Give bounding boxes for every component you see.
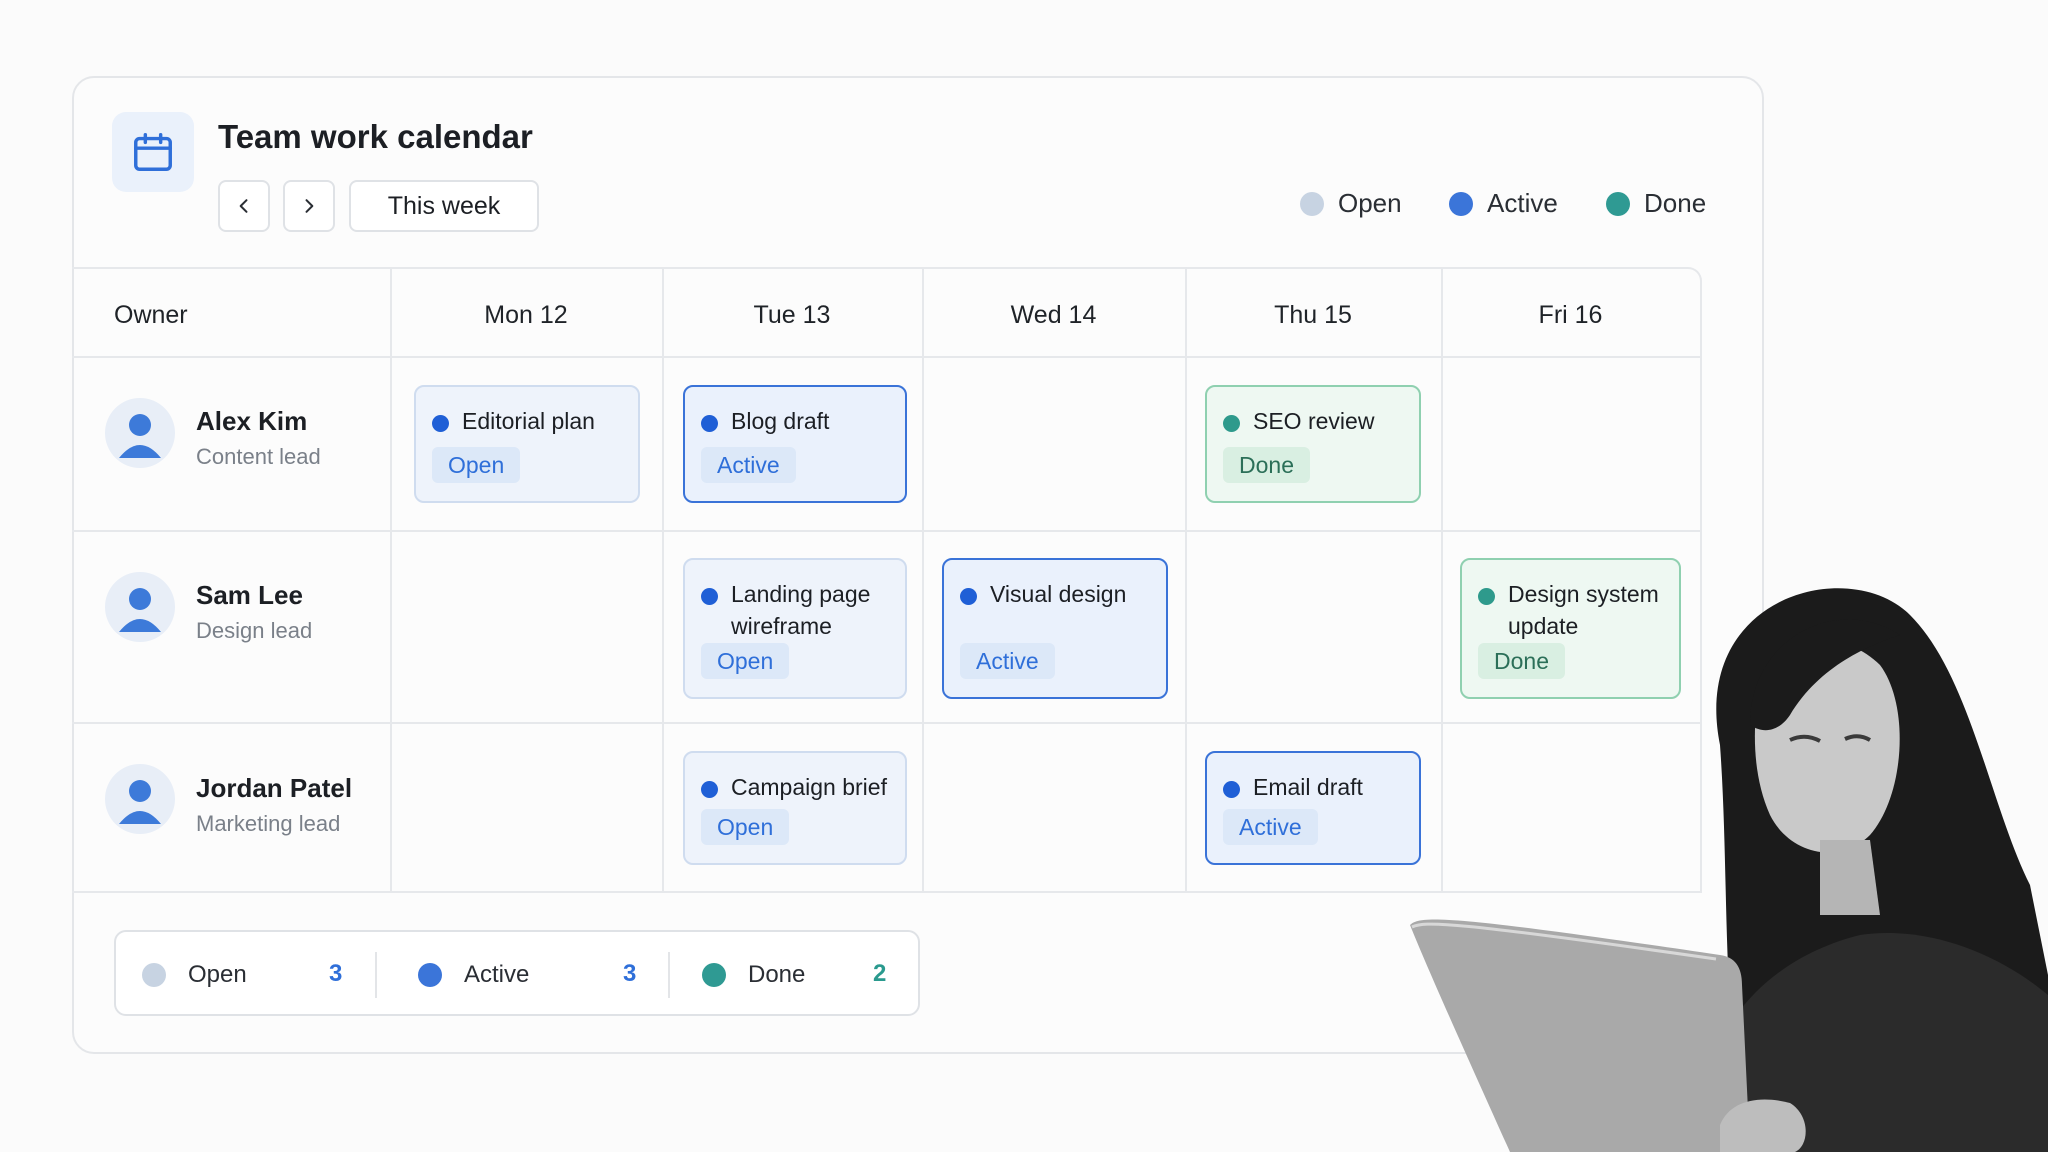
status-badge: Active [1223,809,1318,845]
status-badge: Active [960,643,1055,679]
status-badge: Open [701,643,790,679]
grid-divider [1185,269,1187,893]
task-title: Blog draft [731,408,830,434]
status-summary: Open 3 Active 3 Done 2 [114,930,920,1016]
grid-divider [72,356,1702,358]
task-title: Landing page wireframe [731,581,871,639]
task-title: Editorial plan [462,408,595,434]
status-dot-icon [1223,781,1240,798]
person-name: Sam Lee [196,580,303,610]
avatar [105,572,175,642]
legend-open: Open [1300,188,1402,219]
status-badge: Active [701,447,796,483]
grid-divider [72,530,1702,532]
chevron-left-icon [239,199,248,213]
grid-divider [390,269,392,893]
task-title: SEO review [1253,408,1375,434]
status-dot-icon [701,588,718,605]
task-card[interactable]: Visual design Active [942,558,1168,699]
active-dot-icon [1449,191,1473,216]
summary-count: 3 [623,960,637,987]
day-header-mon: Mon 12 [484,301,568,329]
day-header-wed: Wed 14 [1010,301,1097,329]
status-dot-icon [960,588,977,605]
summary-divider [375,952,377,998]
person-role: Marketing lead [196,811,341,836]
status-dot-icon [1223,415,1240,432]
day-header-tue: Tue 13 [753,301,831,329]
task-card[interactable]: Landing page wireframe Open [683,558,907,699]
person-name: Jordan Patel [196,773,353,803]
status-dot-icon [701,781,718,798]
open-dot-icon [142,963,166,987]
legend-label: Done [1644,188,1707,218]
legend-label: Open [1338,188,1402,218]
status-dot-icon [432,415,449,432]
status-dot-icon [701,415,718,432]
owner-column-header: Owner [114,301,188,329]
summary-open: Open [142,932,247,1018]
day-header-fri: Fri 16 [1538,301,1603,329]
this-week-button[interactable]: This week [349,180,539,232]
summary-divider [668,952,670,998]
status-badge: Done [1223,447,1310,483]
summary-label: Open [188,961,247,988]
person-name: Alex Kim [196,406,308,436]
task-card[interactable]: Blog draft Active [683,385,907,503]
status-badge: Open [432,447,521,483]
person-role: Design lead [196,618,313,643]
summary-active: Active [418,932,529,1018]
person-role: Content lead [196,444,321,469]
summary-done: Done [702,932,805,1018]
chevron-right-icon [305,199,314,213]
summary-label: Active [464,961,530,988]
task-card[interactable]: Campaign brief Open [683,751,907,865]
summary-count: 2 [873,960,887,987]
person-with-laptop-photo [1410,588,2048,1152]
task-title: Visual design [990,581,1127,607]
status-badge: Open [701,809,790,845]
legend-active: Active [1449,188,1558,219]
summary-label: Done [748,961,806,988]
task-card[interactable]: Editorial plan Open [414,385,640,503]
page-title: Team work calendar [218,118,533,155]
task-card[interactable]: Email draft Active [1205,751,1421,865]
task-title: Email draft [1253,774,1363,800]
task-card[interactable]: SEO review Done [1205,385,1421,503]
done-dot-icon [1606,191,1630,216]
avatar [105,398,175,468]
prev-week-button[interactable] [218,180,270,232]
task-title: Campaign brief [731,774,887,800]
summary-count: 3 [329,960,343,987]
open-dot-icon [1300,191,1324,216]
next-week-button[interactable] [283,180,335,232]
grid-divider [662,269,664,893]
active-dot-icon [418,963,442,987]
done-dot-icon [702,963,726,987]
day-header-thu: Thu 15 [1274,301,1352,329]
legend-label: Active [1487,188,1558,218]
avatar [105,764,175,834]
calendar-icon [112,112,194,192]
legend-done: Done [1606,188,1706,219]
grid-divider [922,269,924,893]
